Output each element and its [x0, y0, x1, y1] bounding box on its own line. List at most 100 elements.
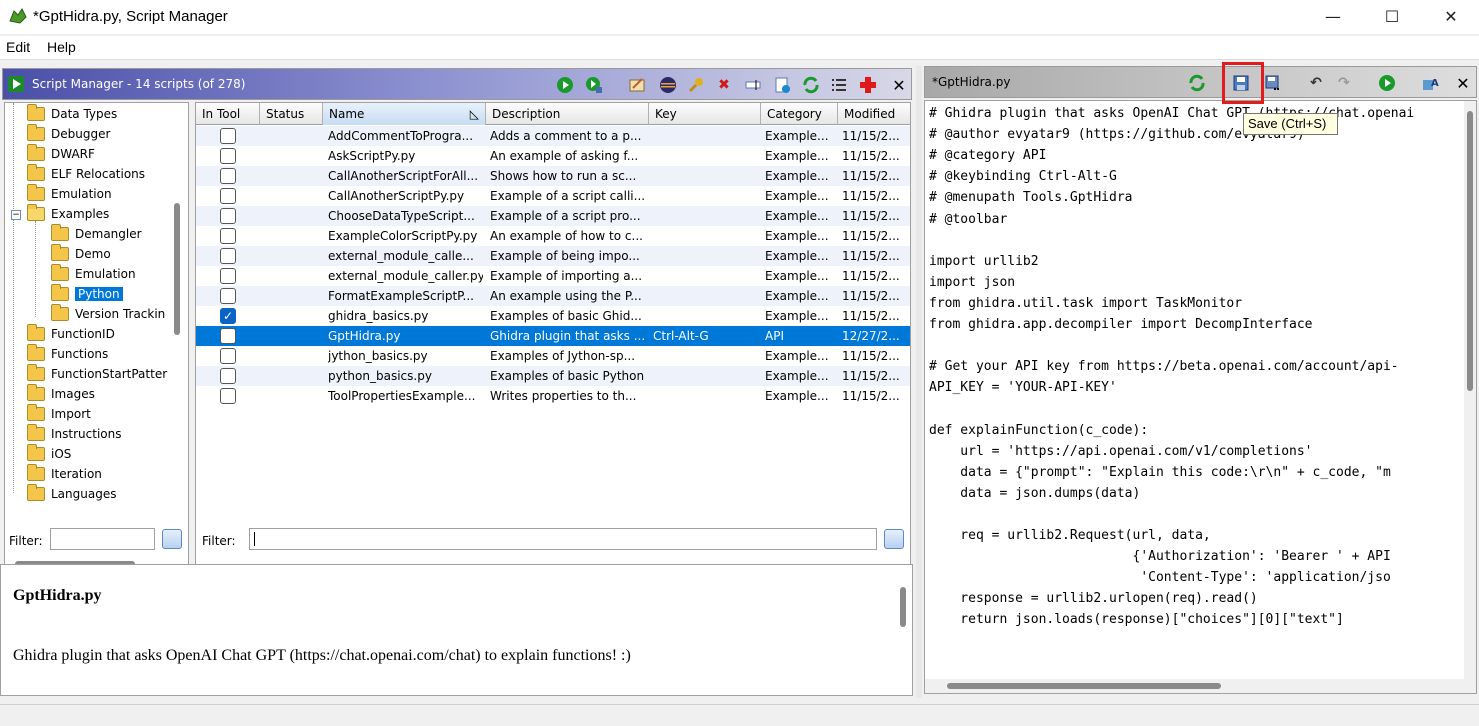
tree-item[interactable]: Iteration — [27, 464, 102, 484]
list-icon[interactable] — [829, 75, 849, 95]
tree-filter-input[interactable] — [50, 528, 155, 550]
tree-item-label: Languages — [51, 487, 117, 501]
tree-item[interactable]: Images — [27, 384, 95, 404]
table-row[interactable]: FormatExampleScriptP... An example using … — [196, 286, 910, 306]
close-window-button[interactable]: ✕ — [1428, 0, 1474, 34]
tree-item[interactable]: Examples — [27, 204, 109, 224]
editor-vertical-scrollbar[interactable] — [1464, 101, 1476, 681]
table-row[interactable]: CallAnotherScriptPy.py Example of a scrip… — [196, 186, 910, 206]
redo-icon[interactable]: ↷ — [1334, 73, 1354, 93]
table-row[interactable]: python_basics.py Examples of basic Python… — [196, 366, 910, 386]
close-icon[interactable]: ✕ — [889, 75, 909, 95]
in-tool-checkbox[interactable] — [220, 208, 236, 224]
refresh-icon[interactable] — [1187, 73, 1207, 93]
undo-icon[interactable]: ↶ — [1306, 73, 1326, 93]
edit-script-icon[interactable] — [627, 75, 647, 95]
tree-item[interactable]: Demo — [51, 244, 111, 264]
tree-item[interactable]: iOS — [27, 444, 71, 464]
table-row[interactable]: jython_basics.py Examples of Jython-sp...… — [196, 346, 910, 366]
in-tool-checkbox[interactable] — [220, 388, 236, 404]
table-row[interactable]: ✓ ghidra_basics.py Examples of basic Ghid.… — [196, 306, 910, 326]
table-filter-options-icon[interactable] — [884, 529, 904, 549]
col-status[interactable]: Status — [260, 103, 323, 125]
close-icon[interactable]: ✕ — [1453, 73, 1473, 93]
table-row[interactable]: external_module_caller.py Example of impo… — [196, 266, 910, 286]
editor-header: *GptHidra.py ↶ ↷ A ✕ — [924, 66, 1477, 98]
tree-item[interactable]: ELF Relocations — [27, 164, 145, 184]
col-in-tool[interactable]: In Tool — [196, 103, 260, 125]
col-description[interactable]: Description — [486, 103, 649, 125]
table-row[interactable]: external_module_calle... Example of being… — [196, 246, 910, 266]
editor-hscroll-thumb[interactable] — [947, 683, 1221, 689]
collapse-examples-toggle[interactable]: − — [11, 210, 21, 220]
run-last-icon[interactable] — [584, 75, 604, 95]
in-tool-checkbox[interactable] — [220, 188, 236, 204]
eclipse-icon[interactable] — [658, 75, 678, 95]
tree-item[interactable]: Debugger — [27, 124, 110, 144]
run-script-icon[interactable] — [555, 75, 575, 95]
table-row[interactable]: ToolPropertiesExample... Writes propertie… — [196, 386, 910, 406]
cell-name: external_module_caller.py — [328, 269, 483, 283]
run-icon[interactable] — [1377, 73, 1397, 93]
in-tool-checkbox[interactable] — [220, 268, 236, 284]
in-tool-checkbox[interactable] — [220, 288, 236, 304]
table-row[interactable]: CallAnotherScriptForAll... Shows how to r… — [196, 166, 910, 186]
tree-item[interactable]: Languages — [27, 484, 116, 504]
add-icon[interactable] — [858, 75, 878, 95]
in-tool-checkbox[interactable] — [220, 368, 236, 384]
key-binding-icon[interactable] — [686, 75, 706, 95]
tree-item[interactable]: DWARF — [27, 144, 95, 164]
description-scrollbar-thumb[interactable] — [900, 587, 906, 627]
in-tool-checkbox[interactable]: ✓ — [220, 308, 236, 324]
editor-vscroll-thumb[interactable] — [1467, 111, 1473, 391]
tree-item[interactable]: FunctionStartPatter — [27, 364, 167, 384]
tree-item[interactable]: Import — [27, 404, 91, 424]
category-tree[interactable]: − Data Types Debugger DWARF ELF Relocations… — [4, 102, 189, 572]
cell-key — [653, 366, 758, 386]
table-row[interactable]: AddCommentToProgra... Adds a comment to a… — [196, 126, 910, 146]
table-filter-input[interactable] — [249, 528, 877, 550]
tree-item-label: Python — [75, 287, 123, 301]
rename-icon[interactable] — [743, 75, 763, 95]
col-category[interactable]: Category — [761, 103, 838, 125]
menu-edit[interactable]: Edit — [6, 39, 30, 55]
new-script-icon[interactable] — [772, 75, 792, 95]
in-tool-checkbox[interactable] — [220, 148, 236, 164]
tree-filter-options-icon[interactable] — [162, 529, 182, 549]
tree-item[interactable]: Demangler — [51, 224, 142, 244]
col-name[interactable]: Name ◺ — [323, 103, 486, 125]
in-tool-checkbox[interactable] — [220, 248, 236, 264]
minimize-button[interactable]: — — [1310, 0, 1356, 34]
in-tool-checkbox[interactable] — [220, 168, 236, 184]
font-icon[interactable]: A — [1421, 73, 1441, 93]
col-key[interactable]: Key — [649, 103, 761, 125]
in-tool-checkbox[interactable] — [220, 328, 236, 344]
tree-scrollbar-thumb[interactable] — [174, 203, 180, 335]
col-modified[interactable]: Modified — [838, 103, 910, 125]
code-editor[interactable]: # Ghidra plugin that asks OpenAI Chat GP… — [924, 100, 1477, 694]
tree-item[interactable]: Python — [51, 284, 123, 304]
menu-help[interactable]: Help — [47, 39, 76, 55]
in-tool-checkbox[interactable] — [220, 348, 236, 364]
save-as-icon[interactable] — [1263, 73, 1283, 93]
tree-item[interactable]: Emulation — [51, 264, 136, 284]
editor-horizontal-scrollbar[interactable] — [925, 679, 1476, 693]
table-row[interactable]: GptHidra.py Ghidra plugin that asks ... Ct… — [196, 326, 910, 346]
in-tool-checkbox[interactable] — [220, 128, 236, 144]
refresh-icon[interactable] — [801, 75, 821, 95]
maximize-button[interactable]: ☐ — [1369, 0, 1415, 34]
tree-item[interactable]: Version Trackin — [51, 304, 165, 324]
cell-desc: Examples of basic Python — [490, 369, 645, 383]
tree-item[interactable]: FunctionID — [27, 324, 115, 344]
delete-icon[interactable]: ✖ — [714, 75, 734, 95]
table-row[interactable]: ChooseDataTypeScript... Example of a scri… — [196, 206, 910, 226]
tree-item[interactable]: Data Types — [27, 104, 117, 124]
table-row[interactable]: ExampleColorScriptPy.py An example of how… — [196, 226, 910, 246]
tree-item[interactable]: Instructions — [27, 424, 121, 444]
tree-item[interactable]: Functions — [27, 344, 108, 364]
script-table[interactable]: In Tool Status Name ◺ Description Key Ca… — [195, 102, 911, 588]
tree-item[interactable]: Emulation — [27, 184, 112, 204]
tree-guide-line-sub — [35, 221, 36, 317]
table-row[interactable]: AskScriptPy.py An example of asking f... E… — [196, 146, 910, 166]
in-tool-checkbox[interactable] — [220, 228, 236, 244]
